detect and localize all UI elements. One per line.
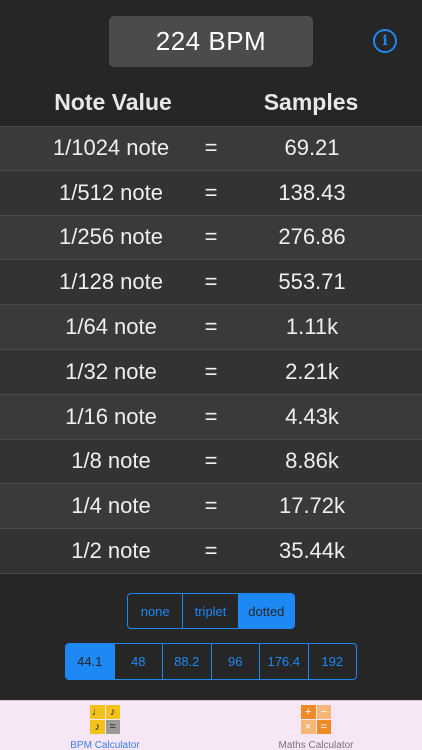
- note-value: 1/64 note: [65, 314, 157, 340]
- sample-value: 2.21k: [285, 358, 339, 384]
- header-samples: Samples: [263, 88, 359, 115]
- note-value: 1/256 note: [59, 224, 163, 250]
- note-value: 1/16 note: [65, 403, 157, 429]
- bpm-calculator-icon: ♩ ♪ ♪ =: [90, 705, 120, 734]
- sample-value: 553.71: [278, 269, 346, 295]
- sample-value: 4.43k: [285, 403, 339, 429]
- tuplet-option-dotted[interactable]: dotted: [238, 594, 294, 628]
- bpm-display[interactable]: 224 BPM: [109, 16, 313, 67]
- sample-rate-option-176-4[interactable]: 176.4: [260, 644, 309, 679]
- sample-rate-option-48[interactable]: 48: [115, 644, 163, 679]
- table-row: 1/4 note = 17.72k: [0, 484, 422, 530]
- tuplet-segmented-control: none triplet dotted: [127, 593, 295, 629]
- tuplet-option-triplet[interactable]: triplet: [183, 594, 239, 628]
- tab-label-maths: Maths Calculator: [278, 740, 354, 750]
- sample-value: 1.11k: [285, 314, 339, 340]
- sample-rate-option-96[interactable]: 96: [212, 644, 260, 679]
- note-value: 1/8 note: [71, 448, 151, 474]
- sample-rate-option-44-1[interactable]: 44.1: [66, 644, 115, 679]
- note-value: 1/1024 note: [52, 135, 170, 161]
- tab-label-bpm: BPM Calculator: [70, 740, 140, 750]
- tuplet-option-none[interactable]: none: [128, 594, 184, 628]
- table-row: 1/1024 note = 69.21: [0, 126, 422, 171]
- eighth-note-glyph: ♪: [90, 720, 105, 734]
- info-icon[interactable]: i: [373, 29, 397, 53]
- sample-value: 69.21: [284, 135, 340, 161]
- sample-rate-segmented-control: 44.1 48 88.2 96 176.4 192: [65, 643, 357, 680]
- note-value: 1/512 note: [59, 179, 163, 205]
- note-value: 1/4 note: [71, 493, 151, 519]
- table-header: Note Value Samples: [0, 78, 422, 126]
- table-row: 1/8 note = 8.86k: [0, 439, 422, 485]
- table-row: 1/64 note = 1.11k: [0, 305, 422, 350]
- table-row: 1/2 note = 35.44k: [0, 529, 422, 574]
- table-row: 1/32 note = 2.21k: [0, 349, 422, 395]
- sample-value: 17.72k: [278, 493, 346, 519]
- table-row: 1/16 note = 4.43k: [0, 394, 422, 440]
- sample-value: 35.44k: [278, 538, 346, 564]
- maths-calculator-icon: + − × =: [301, 705, 331, 734]
- quarter-note-glyph: ♩: [90, 705, 105, 719]
- sample-rate-option-88-2[interactable]: 88.2: [163, 644, 212, 679]
- note-table: 1/1024 note = 69.21 1/512 note = 138.43 …: [0, 126, 422, 574]
- sample-value: 8.86k: [285, 448, 339, 474]
- note-value: 1/32 note: [65, 358, 157, 384]
- eighth-note-glyph: ♪: [105, 705, 120, 719]
- header-note-value: Note Value: [54, 88, 172, 115]
- sample-value: 276.86: [278, 224, 346, 250]
- sample-value: 138.43: [278, 179, 346, 205]
- equals-glyph: =: [316, 720, 331, 734]
- note-value: 1/128 note: [59, 269, 163, 295]
- tab-bar: ♩ ♪ ♪ = BPM Calculator + − × = Maths Cal…: [0, 700, 422, 750]
- equals-glyph: =: [105, 720, 120, 734]
- sample-rate-option-192[interactable]: 192: [309, 644, 357, 679]
- table-row: 1/128 note = 553.71: [0, 260, 422, 306]
- note-value: 1/2 note: [71, 538, 151, 564]
- times-glyph: ×: [301, 720, 316, 734]
- tab-bpm-calculator[interactable]: ♩ ♪ ♪ = BPM Calculator: [40, 701, 170, 750]
- plus-glyph: +: [301, 705, 316, 719]
- table-row: 1/512 note = 138.43: [0, 170, 422, 216]
- tab-maths-calculator[interactable]: + − × = Maths Calculator: [250, 701, 382, 750]
- table-row: 1/256 note = 276.86: [0, 215, 422, 261]
- minus-glyph: −: [316, 705, 331, 719]
